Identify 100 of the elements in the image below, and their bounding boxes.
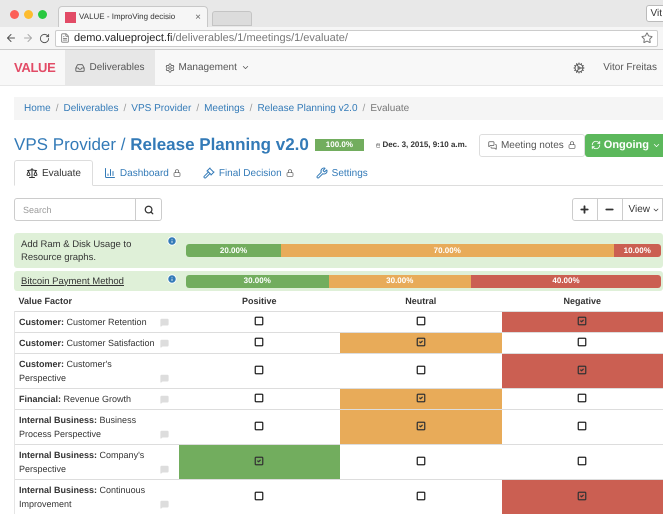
reload-icon[interactable]	[39, 32, 50, 44]
address-field[interactable]: demo.valueproject.fi/deliverables/1/meetings/1/evaluate/	[55, 30, 658, 46]
tab[interactable]: Settings	[304, 160, 379, 186]
plus-icon	[579, 204, 590, 215]
nav-link[interactable]: Deliverables	[65, 50, 155, 85]
vote-segment: 10.00%	[614, 244, 661, 257]
comment-icon[interactable]	[160, 464, 168, 474]
vote-cell[interactable]	[502, 353, 663, 388]
minimize-window-icon[interactable]	[24, 10, 33, 19]
checked-box-icon	[577, 316, 588, 326]
meeting-date: Dec. 3, 2015, 9:10 a.m.	[382, 139, 467, 151]
breadcrumb-link[interactable]: Meetings	[204, 101, 245, 116]
vote-segment: 30.00%	[328, 274, 471, 288]
brand-logo[interactable]: VALUE	[14, 58, 56, 78]
new-tab-button[interactable]	[212, 11, 252, 26]
breadcrumb-link[interactable]: VPS Provider	[131, 101, 192, 116]
breadcrumb-link[interactable]: Release Planning v2.0	[257, 101, 358, 116]
breadcrumb-link[interactable]: Deliverables	[63, 101, 118, 116]
cogs-icon	[164, 62, 175, 72]
meeting-notes-button[interactable]: Meeting notes	[478, 134, 585, 156]
forward-icon[interactable]	[22, 32, 34, 44]
checked-box-icon	[254, 456, 264, 466]
breadcrumb-separator: /	[124, 102, 126, 116]
search-button[interactable]	[136, 198, 162, 221]
factor-label: Internal Business: Business Process Perspective	[19, 414, 138, 440]
checkbox-icon	[416, 316, 426, 326]
vote-cell[interactable]	[502, 311, 663, 332]
user-menu[interactable]: Vitor Freitas	[603, 60, 657, 75]
view-button[interactable]: View	[622, 198, 663, 221]
comment-icon[interactable]	[160, 430, 168, 438]
lock-icon	[568, 141, 576, 149]
tab[interactable]: Final Decision	[192, 160, 305, 186]
back-icon[interactable]	[5, 32, 17, 44]
progress-fill: 100.0%	[314, 139, 364, 151]
tab-close[interactable]: ×	[195, 10, 201, 24]
checkbox-icon	[254, 316, 264, 326]
checkbox-icon	[416, 491, 426, 502]
column-header: Negative	[502, 293, 663, 311]
factor-label: Financial: Revenue Growth	[19, 392, 132, 406]
lock-icon	[172, 169, 181, 177]
column-header: Neutral	[340, 293, 502, 311]
info-icon[interactable]	[167, 236, 177, 246]
checkbox-icon	[577, 456, 588, 466]
add-button[interactable]	[572, 198, 598, 221]
vote-cell[interactable]	[502, 479, 663, 514]
checkbox-icon	[577, 393, 588, 404]
vote-cell[interactable]	[340, 409, 502, 444]
tab[interactable]: Dashboard	[92, 160, 192, 186]
breadcrumb-link[interactable]: Home	[24, 101, 51, 116]
deliverable-link[interactable]: Bitcoin Payment Method	[21, 274, 159, 288]
breadcrumb-separator: /	[56, 102, 58, 116]
checkbox-icon	[254, 491, 264, 502]
checked-box-icon	[416, 393, 426, 404]
settings-icon[interactable]	[573, 62, 586, 74]
remove-button[interactable]	[598, 198, 622, 221]
checkbox-icon	[254, 421, 264, 432]
checked-box-icon	[577, 365, 588, 376]
breadcrumb-separator: /	[362, 102, 366, 116]
refresh-icon	[590, 140, 601, 150]
info-icon[interactable]	[167, 274, 177, 284]
vote-cell[interactable]	[178, 444, 340, 479]
factor-label: Customer: Customer Retention	[19, 316, 147, 328]
comment-icon[interactable]	[160, 374, 168, 382]
column-header: Positive	[178, 293, 340, 311]
page-icon	[60, 33, 70, 43]
site-logo-icon	[65, 12, 76, 22]
bookmark-star-icon[interactable]	[641, 32, 653, 44]
calendar-icon	[376, 140, 380, 150]
vote-segment: 70.00%	[281, 244, 614, 257]
close-window-icon[interactable]	[10, 10, 19, 19]
comment-icon[interactable]	[160, 318, 168, 326]
wrench-icon	[316, 167, 328, 179]
gavel-icon	[202, 167, 215, 179]
checkbox-icon	[416, 456, 426, 466]
bar-chart-icon	[104, 167, 116, 179]
deliverable-name: Add Ram & Disk Usage to Resource graphs.	[21, 238, 132, 264]
nav-link[interactable]: Management	[154, 50, 260, 85]
url-text: demo.valueproject.fi/deliverables/1/meetings/1/evaluate/	[74, 30, 348, 46]
search-field[interactable]: Search	[14, 198, 136, 221]
factor-label: Customer: Customer's Perspective	[19, 358, 113, 384]
scale-icon	[26, 167, 38, 179]
current-page-label: Evaluate	[370, 102, 410, 116]
comment-icon[interactable]	[160, 338, 168, 348]
tab[interactable]: Evaluate	[14, 160, 93, 186]
checkbox-icon	[254, 365, 264, 376]
tab-title: VALUE - ImproVing decisio	[79, 11, 176, 23]
factor-label: Internal Business: Company's Perspective	[19, 448, 146, 476]
checkbox-icon	[254, 337, 264, 348]
browser-tab[interactable]: VALUE - ImproVing decisio ×	[58, 6, 208, 27]
vote-cell[interactable]	[340, 388, 502, 409]
caret-icon	[240, 63, 250, 72]
comment-icon[interactable]	[160, 394, 168, 404]
column-header: Value Factor	[14, 293, 178, 311]
vote-cell[interactable]	[340, 332, 502, 353]
breadcrumb-separator: /	[196, 102, 200, 116]
factor-label: Internal Business: Continuous Improvement	[19, 484, 146, 510]
comment-icon[interactable]	[160, 500, 168, 508]
zoom-window-icon[interactable]	[38, 10, 47, 19]
profile-button[interactable]: Vit	[646, 5, 663, 22]
checked-box-icon	[577, 491, 588, 502]
